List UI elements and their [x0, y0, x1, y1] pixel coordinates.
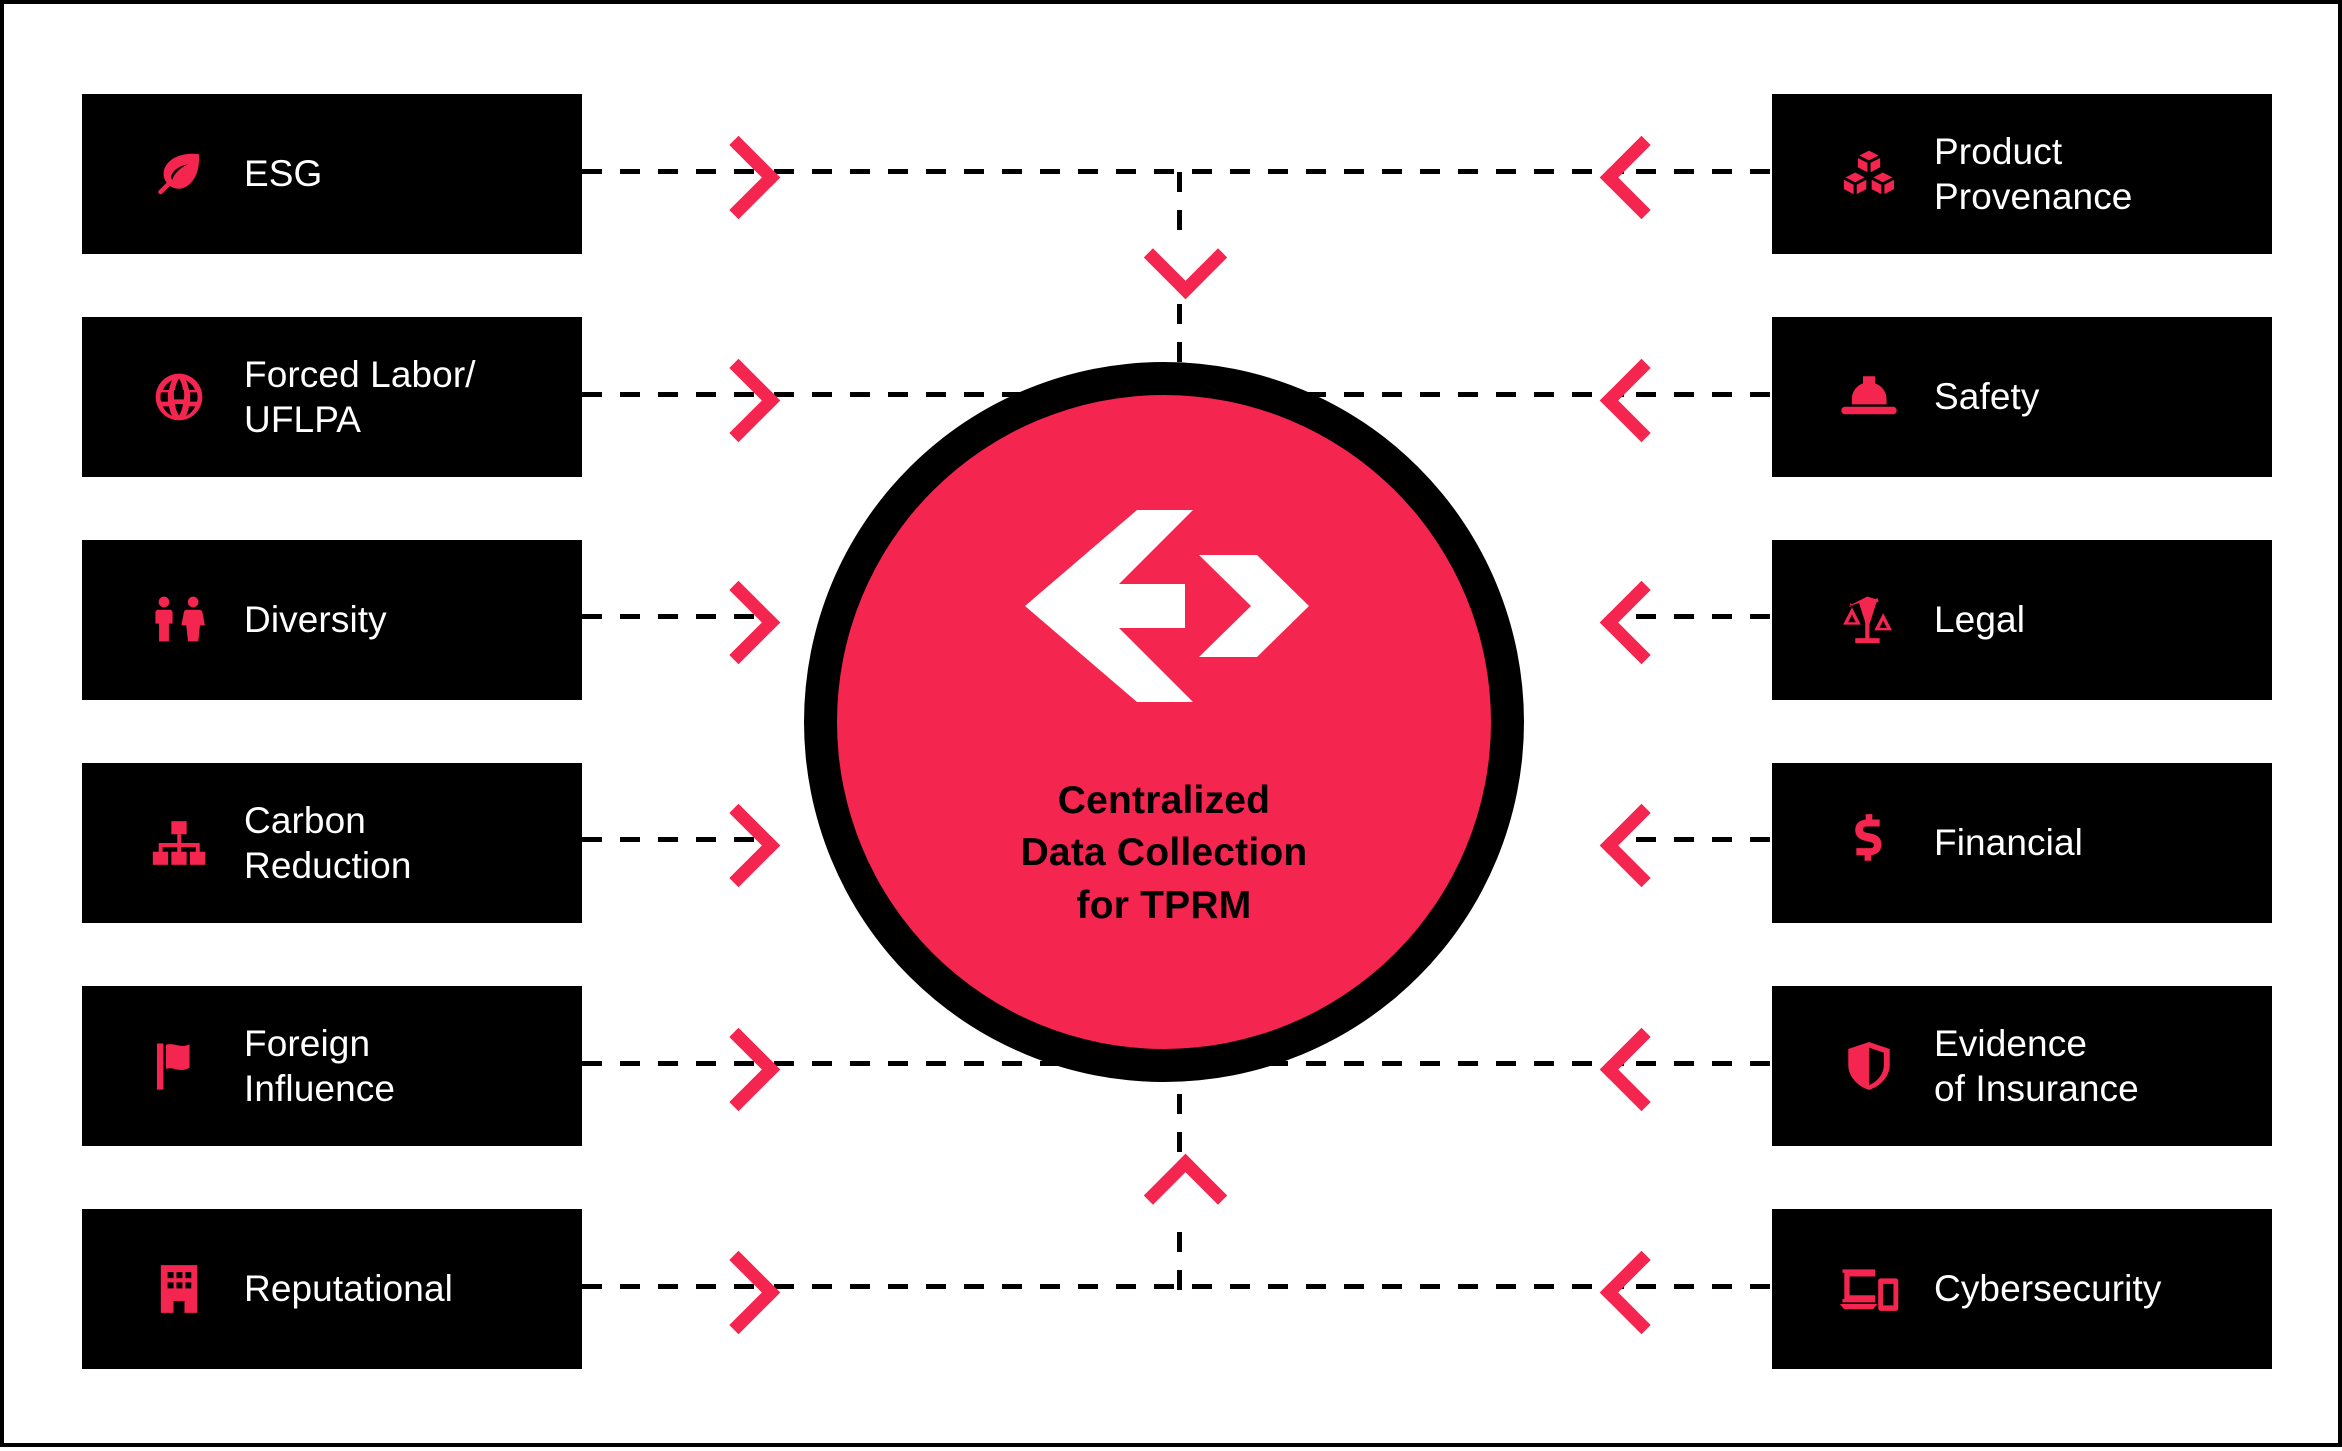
chevron-left-icon-row-4 [1599, 803, 1684, 888]
devices-icon [1826, 1209, 1912, 1369]
chevron-left-icon-row-3 [1599, 580, 1684, 665]
diagram-stage: ESG Forced Labor/ UFLPA Diversity Carbon… [4, 4, 2342, 1451]
category-box-forced-labor[interactable]: Forced Labor/ UFLPA [82, 317, 582, 477]
chevron-right-icon-row-6 [696, 1250, 781, 1335]
category-box-legal[interactable]: Legal [1772, 540, 2272, 700]
leaf-icon [136, 94, 222, 254]
chevron-down-icon-top [1143, 215, 1228, 300]
hierarchy-icon [136, 763, 222, 923]
category-box-evidence-of-insurance[interactable]: Evidence of Insurance [1772, 986, 2272, 1146]
category-box-esg[interactable]: ESG [82, 94, 582, 254]
category-box-cybersecurity[interactable]: Cybersecurity [1772, 1209, 2272, 1369]
chevron-right-icon-row-4 [696, 803, 781, 888]
chevron-right-icon-row-1 [696, 135, 781, 220]
double-chevron-logo-icon [1019, 507, 1309, 717]
category-label: Forced Labor/ UFLPA [244, 353, 476, 440]
category-label: Foreign Influence [244, 1022, 396, 1109]
diagram-frame: ESG Forced Labor/ UFLPA Diversity Carbon… [0, 0, 2342, 1447]
center-title: Centralized Data Collection for TPRM [1020, 779, 1308, 927]
connector-line-row-1-center [774, 169, 1624, 174]
category-label: Legal [1934, 599, 2026, 641]
hard-hat-icon [1826, 317, 1912, 477]
category-label: Diversity [244, 599, 387, 641]
category-label: Cybersecurity [1934, 1268, 2162, 1310]
chevron-left-icon-row-6 [1599, 1250, 1684, 1335]
category-box-diversity[interactable]: Diversity [82, 540, 582, 700]
chevron-up-icon-bottom [1143, 1153, 1228, 1238]
chevron-left-icon-row-1 [1599, 135, 1684, 220]
category-label: Financial [1934, 822, 2083, 864]
flag-icon [136, 986, 222, 1146]
chevron-right-icon-row-3 [696, 580, 781, 665]
connector-line-vertical-bottom [1177, 1094, 1182, 1166]
category-label: Evidence of Insurance [1934, 1022, 2139, 1109]
category-label: Carbon Reduction [244, 799, 412, 886]
category-label: ESG [244, 153, 323, 195]
category-box-reputational[interactable]: Reputational [82, 1209, 582, 1369]
center-node: Centralized Data Collection for TPRM [804, 362, 1524, 1082]
chevron-left-icon-row-2 [1599, 358, 1684, 443]
category-box-safety[interactable]: Safety [1772, 317, 2272, 477]
category-box-foreign-influence[interactable]: Foreign Influence [82, 986, 582, 1146]
category-box-carbon-reduction[interactable]: Carbon Reduction [82, 763, 582, 923]
globe-icon [136, 317, 222, 477]
category-label: Product Provenance [1934, 130, 2133, 217]
chevron-left-icon-row-5 [1599, 1027, 1684, 1112]
connector-line-row-6-center [774, 1284, 1624, 1289]
dollar-sign-icon [1826, 763, 1912, 923]
category-label: Safety [1934, 376, 2040, 418]
shield-icon [1826, 986, 1912, 1146]
building-icon [136, 1209, 222, 1369]
scales-icon [1826, 540, 1912, 700]
category-box-product-provenance[interactable]: Product Provenance [1772, 94, 2272, 254]
center-disc: Centralized Data Collection for TPRM [837, 395, 1491, 1049]
two-people-icon [136, 540, 222, 700]
category-box-financial[interactable]: Financial [1772, 763, 2272, 923]
boxes-cubes-icon [1826, 94, 1912, 254]
connector-line-vertical-bottom-2 [1177, 1232, 1182, 1290]
chevron-right-icon-row-2 [696, 358, 781, 443]
chevron-right-icon-row-5 [696, 1027, 781, 1112]
category-label: Reputational [244, 1268, 453, 1310]
